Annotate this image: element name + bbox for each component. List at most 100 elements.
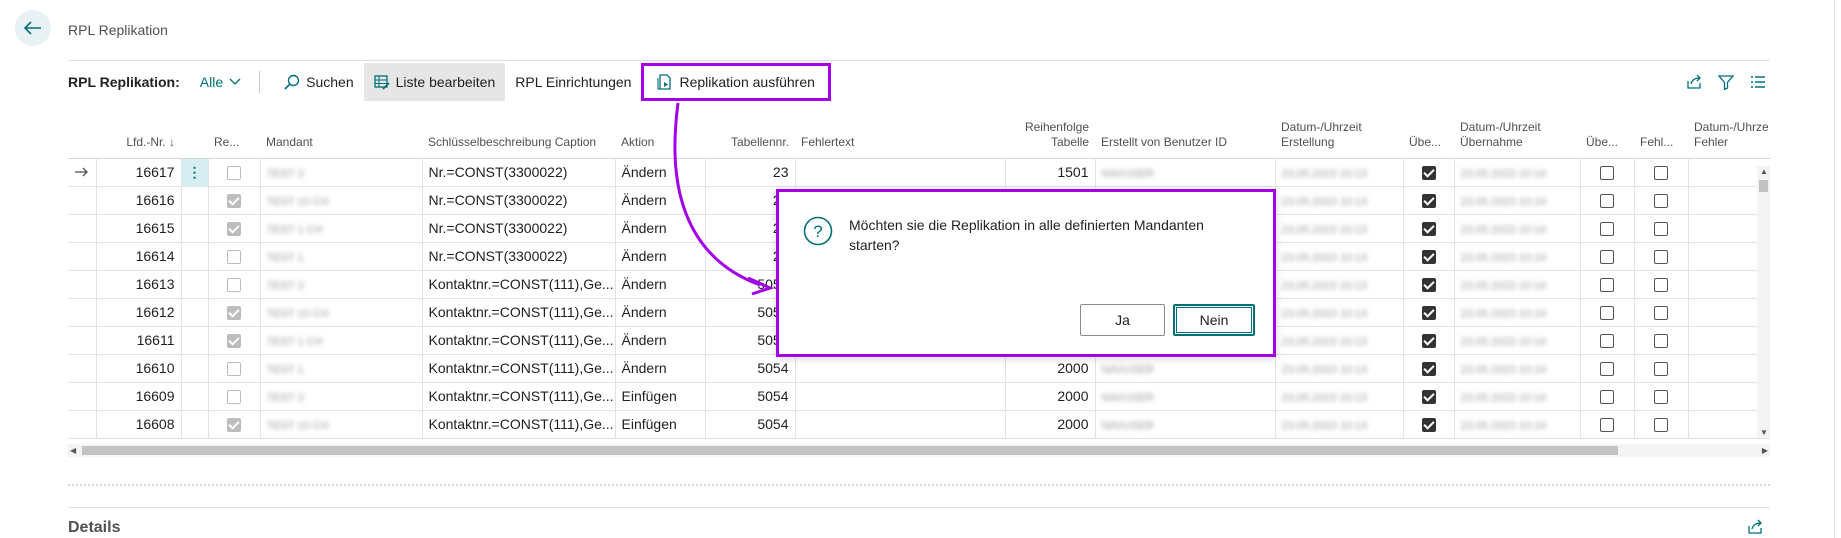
cell-lfd-nr[interactable]: 16611 (96, 326, 182, 355)
cell-uebernahme[interactable]: 23.05.2023 10:14 (1454, 410, 1581, 439)
cell-schluessel[interactable]: Nr.=CONST(3300022) (422, 214, 616, 243)
cell-lfd-nr[interactable]: 16610 (96, 354, 182, 383)
cell-reihenfolge[interactable]: 1501 (1005, 158, 1096, 187)
ueber1-cell[interactable] (1403, 158, 1455, 187)
cell-uebernahme[interactable]: 23.05.2023 10:14 (1454, 214, 1581, 243)
row-menu[interactable] (181, 186, 209, 215)
col-fehl[interactable]: Fehl... (1634, 103, 1688, 159)
cell-aktion[interactable]: Ändern (615, 158, 706, 187)
col-schluessel[interactable]: Schlüsselbeschreibung Caption (422, 103, 615, 159)
cell-uebernahme[interactable]: 23.05.2023 10:14 (1454, 354, 1581, 383)
fehl-checkbox[interactable] (1654, 390, 1668, 405)
cell-mandant[interactable]: TEST 1 CH (260, 214, 423, 243)
cell-tabellennr[interactable]: 5054 (705, 410, 796, 439)
table-row[interactable]: 16608 TEST 10 CH Kontaktnr.=CONST(111),Ge.… (68, 410, 1770, 439)
fehl-cell[interactable] (1634, 242, 1689, 271)
ueber1-cell[interactable] (1403, 298, 1455, 327)
ueber1-checkbox[interactable] (1421, 278, 1436, 293)
table-row[interactable]: 16609 TEST 3 Kontaktnr.=CONST(111),Ge... Ei… (68, 382, 1770, 411)
cell-schluessel[interactable]: Kontaktnr.=CONST(111),Ge... (422, 382, 616, 411)
yes-button[interactable]: Ja (1080, 304, 1165, 336)
cell-mandant[interactable]: TEST 1 (260, 242, 423, 271)
ueber2-checkbox[interactable] (1600, 334, 1614, 349)
row-menu[interactable] (181, 354, 209, 383)
cell-schluessel[interactable]: Kontaktnr.=CONST(111),Ge... (422, 326, 616, 355)
cell-mandant[interactable]: TEST 1 CH (260, 326, 423, 355)
cell-erstellung[interactable]: 23.05.2023 10:13 (1275, 410, 1404, 439)
cell-fehlertext[interactable] (795, 354, 1006, 383)
cell-mandant[interactable]: TEST 3 (260, 382, 423, 411)
cell-erstellt-von[interactable]: NAVUSER (1095, 354, 1276, 383)
fehl-checkbox[interactable] (1654, 278, 1668, 293)
cell-schluessel[interactable]: Nr.=CONST(3300022) (422, 242, 616, 271)
cell-schluessel[interactable]: Kontaktnr.=CONST(111),Ge... (422, 354, 616, 383)
col-reihenfolge[interactable]: Reihenfolge Tabelle (1005, 103, 1095, 159)
ueber1-checkbox[interactable] (1421, 390, 1436, 405)
cell-fehlertext[interactable] (795, 382, 1006, 411)
cell-erstellt-von[interactable]: NAVUSER (1095, 158, 1276, 187)
ueber2-checkbox[interactable] (1600, 166, 1614, 181)
cell-reihenfolge[interactable]: 2000 (1005, 410, 1096, 439)
cell-schluessel[interactable]: Kontaktnr.=CONST(111),Ge... (422, 298, 616, 327)
fehl-cell[interactable] (1634, 326, 1689, 355)
fehl-cell[interactable] (1634, 354, 1689, 383)
col-fehler[interactable]: Datum-/Uhrze Fehler (1688, 103, 1770, 159)
col-fehlertext[interactable]: Fehlertext (795, 103, 1005, 159)
cell-lfd-nr[interactable]: 16613 (96, 270, 182, 299)
cell-schluessel[interactable]: Nr.=CONST(3300022) (422, 158, 616, 187)
cell-lfd-nr[interactable]: 16609 (96, 382, 182, 411)
cell-lfd-nr[interactable]: 16617 (96, 158, 182, 187)
ueber2-checkbox[interactable] (1600, 418, 1614, 433)
table-row[interactable]: 16610 TEST 1 Kontaktnr.=CONST(111),Ge... Än… (68, 354, 1770, 383)
ueber1-cell[interactable] (1403, 214, 1455, 243)
cell-mandant[interactable]: TEST 10 CH (260, 186, 423, 215)
ueber2-cell[interactable] (1580, 270, 1635, 299)
ueber2-cell[interactable] (1580, 410, 1635, 439)
fehl-checkbox[interactable] (1654, 418, 1668, 433)
cell-mandant[interactable]: TEST 10 CH (260, 298, 423, 327)
ueber2-checkbox[interactable] (1600, 390, 1614, 405)
cell-erstellt-von[interactable]: NAVUSER (1095, 410, 1276, 439)
ueber2-cell[interactable] (1580, 242, 1635, 271)
fehl-checkbox[interactable] (1654, 194, 1668, 209)
cell-aktion[interactable]: Einfügen (615, 382, 706, 411)
cell-fehlertext[interactable] (795, 410, 1006, 439)
cell-erstellung[interactable]: 23.05.2023 10:13 (1275, 326, 1404, 355)
ueber1-cell[interactable] (1403, 354, 1455, 383)
cell-aktion[interactable]: Ändern (615, 186, 706, 215)
cell-uebernahme[interactable]: 23.05.2023 10:14 (1454, 242, 1581, 271)
cell-lfd-nr[interactable]: 16616 (96, 186, 182, 215)
fehl-checkbox[interactable] (1654, 222, 1668, 237)
ueber1-cell[interactable] (1403, 186, 1455, 215)
ueber2-cell[interactable] (1580, 214, 1635, 243)
cell-tabellennr[interactable]: 5054 (705, 382, 796, 411)
row-menu[interactable] (181, 410, 209, 439)
fehl-checkbox[interactable] (1654, 166, 1668, 181)
col-ueber2[interactable]: Übe... (1580, 103, 1634, 159)
cell-aktion[interactable]: Einfügen (615, 410, 706, 439)
ueber2-checkbox[interactable] (1600, 194, 1614, 209)
col-uebernahme[interactable]: Datum-/Uhrzeit Übernahme (1454, 103, 1580, 159)
no-button[interactable]: Nein (1173, 304, 1255, 336)
cell-lfd-nr[interactable]: 16608 (96, 410, 182, 439)
row-menu[interactable] (181, 326, 209, 355)
cell-schluessel[interactable]: Kontaktnr.=CONST(111),Ge... (422, 270, 616, 299)
details-heading[interactable]: Details (68, 519, 120, 537)
cell-aktion[interactable]: Ändern (615, 354, 706, 383)
ueber2-checkbox[interactable] (1600, 222, 1614, 237)
fehl-checkbox[interactable] (1654, 334, 1668, 349)
details-share-icon[interactable] (1747, 519, 1763, 535)
ueber1-checkbox[interactable] (1421, 306, 1436, 321)
ueber1-cell[interactable] (1403, 382, 1455, 411)
cell-aktion[interactable]: Ändern (615, 242, 706, 271)
ueber1-cell[interactable] (1403, 326, 1455, 355)
filter-icon[interactable] (1718, 74, 1734, 90)
run-replication-button[interactable]: Replikation ausführen (641, 63, 831, 101)
col-tabellennr[interactable]: Tabellennr. (705, 103, 795, 159)
cell-uebernahme[interactable]: 23.05.2023 10:14 (1454, 158, 1581, 187)
cell-erstellung[interactable]: 23.05.2023 10:13 (1275, 242, 1404, 271)
fehl-cell[interactable] (1634, 382, 1689, 411)
cell-uebernahme[interactable]: 23.05.2023 10:14 (1454, 186, 1581, 215)
row-menu[interactable] (181, 214, 209, 243)
fehl-cell[interactable] (1634, 214, 1689, 243)
